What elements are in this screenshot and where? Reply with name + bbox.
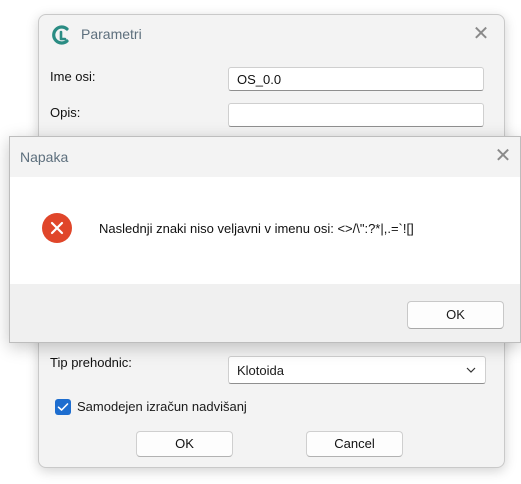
error-message: Naslednji znaki niso veljavni v imenu os… [99, 221, 414, 236]
description-label: Opis: [50, 105, 81, 120]
ok-button[interactable]: OK [136, 431, 233, 457]
close-icon[interactable]: ✕ [492, 145, 514, 167]
description-input[interactable] [228, 103, 484, 127]
error-ok-button[interactable]: OK [407, 301, 504, 329]
transition-type-label: Tip prehodnic: [50, 355, 132, 370]
close-icon[interactable]: ✕ [470, 23, 492, 45]
parameters-titlebar: Parametri ✕ [39, 15, 504, 53]
error-title: Napaka [20, 149, 69, 165]
cancel-button[interactable]: Cancel [306, 431, 403, 457]
chevron-down-icon [466, 367, 476, 373]
parameters-title: Parametri [81, 26, 142, 42]
error-body: Naslednji znaki niso veljavni v imenu os… [10, 177, 520, 284]
error-titlebar: Napaka ✕ [10, 137, 520, 177]
error-dialog: Napaka ✕ Naslednji znaki niso veljavni v… [9, 136, 521, 343]
axis-name-input[interactable]: OS_0.0 [228, 67, 484, 91]
checkmark-icon [57, 403, 69, 411]
transition-type-select[interactable]: Klotoida [228, 356, 486, 384]
axis-name-label: Ime osi: [50, 69, 96, 84]
transition-type-value: Klotoida [237, 363, 284, 378]
app-logo-icon [52, 25, 69, 45]
auto-superelevation-checkbox[interactable] [55, 399, 71, 415]
error-icon [42, 213, 72, 243]
auto-superelevation-label: Samodejen izračun nadvišanj [77, 399, 247, 414]
